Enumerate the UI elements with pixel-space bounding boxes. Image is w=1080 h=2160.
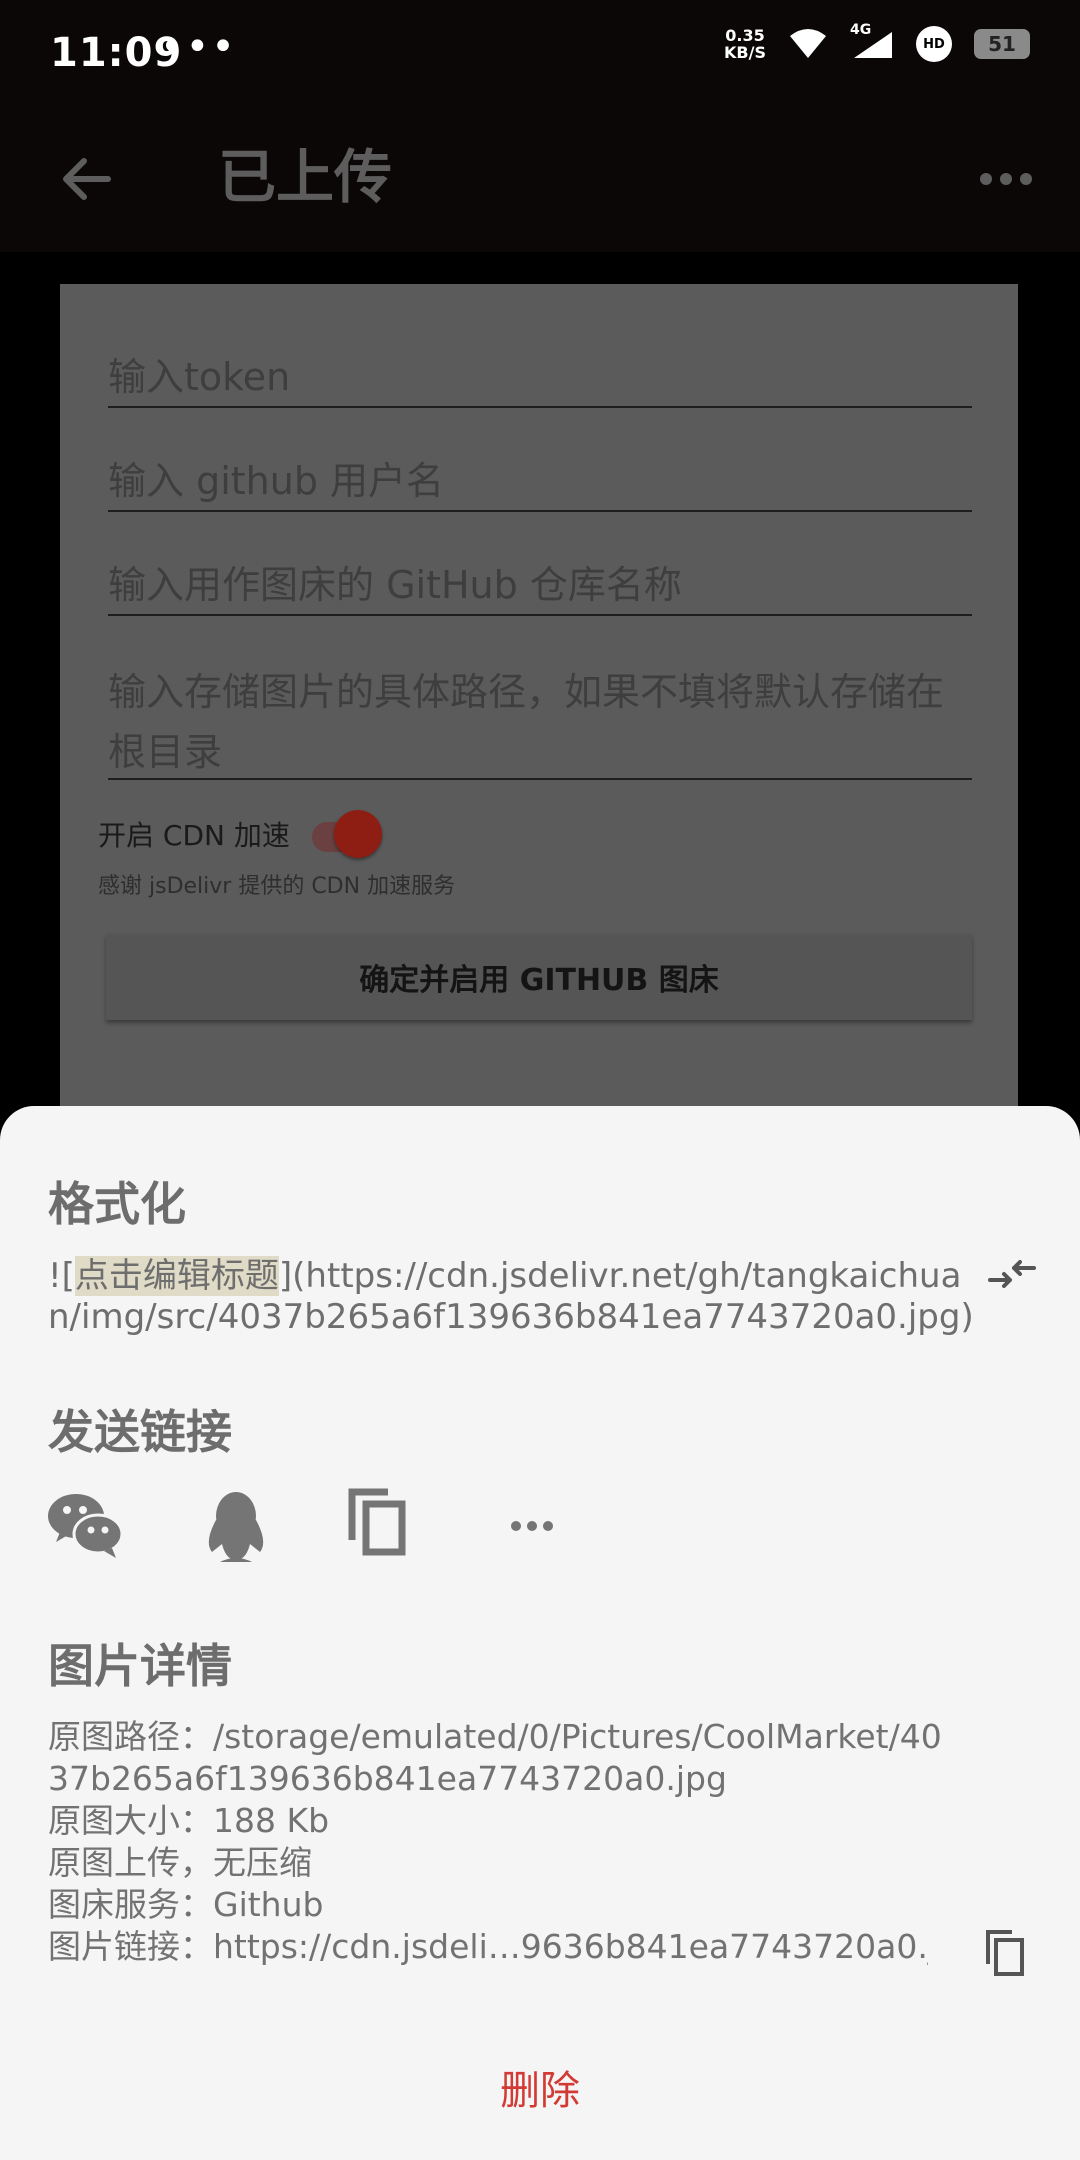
share-row xyxy=(46,1486,646,1566)
username-input[interactable]: 输入 github 用户名 xyxy=(108,450,972,512)
image-details: 原图路径：/storage/emulated/0/Pictures/CoolMa… xyxy=(48,1716,988,1968)
repo-input[interactable]: 输入用作图床的 GitHub 仓库名称 xyxy=(108,554,972,616)
back-arrow-icon[interactable] xyxy=(52,144,122,214)
wifi-icon xyxy=(790,29,826,58)
wechat-icon[interactable] xyxy=(46,1486,126,1566)
image-details-section-title: 图片详情 xyxy=(48,1639,232,1693)
compress-icon[interactable] xyxy=(988,1254,1036,1294)
hd-voice-icon: HD xyxy=(916,26,952,62)
detail-service: 图床服务：Github xyxy=(48,1885,324,1924)
github-settings-dialog: 输入token 输入 github 用户名 输入用作图床的 GitHub 仓库名… xyxy=(60,284,1018,1184)
detail-path: 原图路径：/storage/emulated/0/Pictures/CoolMa… xyxy=(48,1717,942,1798)
status-icons: 0.35 KB/S 4G HD 51 xyxy=(724,22,1030,62)
bottom-sheet: 格式化 ![点击编辑标题](https://cdn.jsdelivr.net/g… xyxy=(0,1106,1080,2160)
detail-size: 原图大小：188 Kb xyxy=(48,1801,330,1840)
copy-icon[interactable] xyxy=(342,1486,422,1566)
more-options-icon[interactable] xyxy=(976,144,1036,214)
cdn-note: 感谢 jsDelivr 提供的 CDN 加速服务 xyxy=(98,874,456,899)
battery-icon: 51 xyxy=(974,29,1030,59)
page-title: 已上传 xyxy=(218,143,393,211)
send-link-section-title: 发送链接 xyxy=(48,1405,232,1459)
cell-signal-icon: 4G xyxy=(850,22,894,60)
delete-button[interactable]: 删除 xyxy=(0,2058,1080,2116)
qq-icon[interactable] xyxy=(196,1486,276,1566)
notification-dots: ••• xyxy=(160,24,237,70)
detail-upload: 原图上传，无压缩 xyxy=(48,1843,312,1882)
confirm-github-button[interactable]: 确定并启用 GITHUB 图床 xyxy=(106,934,972,1020)
format-section-title: 格式化 xyxy=(48,1177,186,1231)
detail-link[interactable]: 图片链接：https://cdn.jsdeli…9636b841ea774372… xyxy=(48,1926,928,1968)
edit-title-highlight[interactable]: 点击编辑标题 xyxy=(74,1256,279,1296)
more-share-icon[interactable] xyxy=(492,1486,572,1566)
status-bar: 11:09 ••• 0.35 KB/S 4G HD 51 xyxy=(0,0,1080,110)
cdn-toggle[interactable] xyxy=(334,810,382,858)
format-markdown[interactable]: ![点击编辑标题](https://cdn.jsdelivr.net/gh/ta… xyxy=(48,1256,978,1338)
cdn-label: 开启 CDN 加速 xyxy=(98,819,290,852)
token-input[interactable]: 输入token xyxy=(108,346,972,408)
net-speed: 0.35 KB/S xyxy=(724,26,766,62)
app-bar: 已上传 xyxy=(0,110,1080,252)
path-input[interactable]: 输入存储图片的具体路径，如果不填将默认存储在根目录 xyxy=(108,662,972,780)
copy-link-icon[interactable] xyxy=(984,1928,1030,1978)
